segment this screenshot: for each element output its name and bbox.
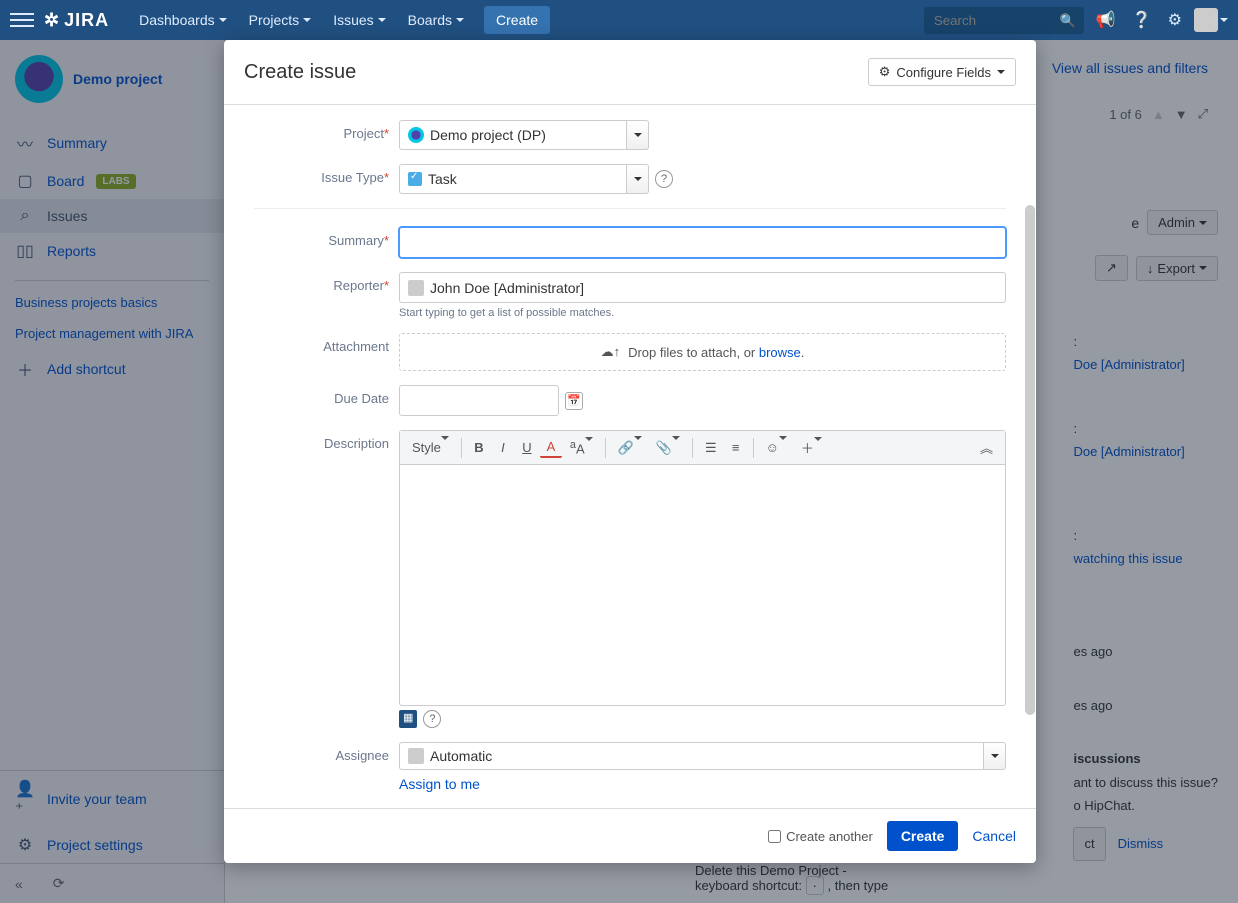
- help-icon[interactable]: ❔: [1128, 6, 1156, 34]
- divider: [254, 208, 1006, 209]
- reporter-hint: Start typing to get a list of possible m…: [399, 307, 1006, 319]
- nav-items: Dashboards Projects Issues Boards Create: [129, 6, 550, 34]
- chevron-down-icon: [1220, 18, 1228, 22]
- bullet-list-button[interactable]: ☰: [699, 437, 723, 459]
- chevron-down-icon: [378, 18, 386, 22]
- chevron-down-icon[interactable]: [627, 120, 649, 150]
- chevron-down-icon: [219, 18, 227, 22]
- label-summary: Summary: [328, 233, 384, 248]
- collapse-toolbar-button[interactable]: ︽: [974, 435, 999, 460]
- user-avatar-icon: [408, 280, 424, 296]
- create-another-checkbox[interactable]: Create another: [768, 829, 873, 844]
- issue-type-select[interactable]: Task: [399, 164, 649, 194]
- assign-to-me-link[interactable]: Assign to me: [399, 776, 480, 792]
- attach-button[interactable]: 📎: [650, 437, 686, 459]
- submit-create-button[interactable]: Create: [887, 821, 959, 851]
- label-due-date: Due Date: [334, 391, 389, 406]
- dialog-title: Create issue: [244, 61, 356, 84]
- summary-input[interactable]: [399, 227, 1006, 258]
- rte-toolbar: Style B I U A aA 🔗 📎 ☰ ≡: [400, 431, 1005, 465]
- more-text-button[interactable]: aA: [564, 436, 599, 459]
- insert-button[interactable]: ＋: [795, 435, 828, 460]
- style-dropdown[interactable]: Style: [406, 437, 455, 458]
- chevron-down-icon[interactable]: [984, 742, 1006, 770]
- help-icon[interactable]: ?: [655, 170, 673, 188]
- scrollbar[interactable]: [1025, 205, 1035, 715]
- label-attachment: Attachment: [323, 339, 389, 354]
- task-icon: [408, 172, 422, 186]
- description-textarea[interactable]: [400, 465, 1005, 705]
- chevron-down-icon: [456, 18, 464, 22]
- browse-link[interactable]: browse: [759, 345, 801, 360]
- create-issue-dialog: Create issue ⚙ Configure Fields Project*…: [224, 40, 1036, 863]
- reporter-input[interactable]: John Doe [Administrator]: [399, 272, 1006, 303]
- configure-fields-button[interactable]: ⚙ Configure Fields: [868, 58, 1016, 86]
- cancel-link[interactable]: Cancel: [972, 828, 1016, 844]
- nav-issues[interactable]: Issues: [323, 6, 395, 34]
- dialog-footer: Create another Create Cancel: [224, 808, 1036, 863]
- menu-icon[interactable]: [10, 8, 34, 32]
- visual-tab-icon[interactable]: ▦: [399, 710, 417, 728]
- label-description: Description: [324, 436, 389, 451]
- create-button[interactable]: Create: [484, 6, 550, 34]
- search-icon[interactable]: 🔍: [1060, 13, 1076, 29]
- italic-button[interactable]: I: [492, 437, 514, 458]
- assignee-select[interactable]: Automatic: [399, 742, 1006, 770]
- chevron-down-icon[interactable]: [627, 164, 649, 194]
- label-project: Project: [343, 126, 383, 141]
- jira-logo[interactable]: ✲JIRA: [44, 10, 109, 31]
- nav-projects[interactable]: Projects: [239, 6, 322, 34]
- due-date-input[interactable]: [399, 385, 559, 416]
- settings-icon[interactable]: ⚙: [1164, 6, 1186, 34]
- label-issue-type: Issue Type: [321, 170, 384, 185]
- user-avatar-icon: [408, 748, 424, 764]
- label-assignee: Assignee: [336, 748, 389, 763]
- user-avatar[interactable]: [1194, 8, 1218, 32]
- top-nav: ✲JIRA Dashboards Projects Issues Boards …: [0, 0, 1238, 40]
- text-color-button[interactable]: A: [540, 437, 562, 458]
- dialog-body: Project* Demo project (DP) Issue Type* T…: [224, 105, 1036, 808]
- attachment-dropzone[interactable]: ☁↑ Drop files to attach, or browse.: [399, 333, 1006, 371]
- feedback-icon[interactable]: 📢: [1092, 6, 1120, 34]
- link-button[interactable]: 🔗: [612, 437, 648, 459]
- create-another-input[interactable]: [768, 830, 781, 843]
- nav-boards[interactable]: Boards: [398, 6, 474, 34]
- bold-button[interactable]: B: [468, 437, 490, 458]
- calendar-icon[interactable]: 📅: [565, 392, 583, 410]
- chevron-down-icon: [997, 70, 1005, 74]
- label-reporter: Reporter: [333, 278, 384, 293]
- emoji-button[interactable]: ☺: [760, 437, 793, 458]
- chevron-down-icon: [303, 18, 311, 22]
- nav-dashboards[interactable]: Dashboards: [129, 6, 237, 34]
- description-editor: Style B I U A aA 🔗 📎 ☰ ≡: [399, 430, 1006, 706]
- upload-icon: ☁↑: [601, 344, 621, 360]
- project-select[interactable]: Demo project (DP): [399, 120, 649, 150]
- help-icon[interactable]: ?: [423, 710, 441, 728]
- underline-button[interactable]: U: [516, 437, 538, 458]
- project-icon: [408, 127, 424, 143]
- number-list-button[interactable]: ≡: [725, 437, 747, 458]
- gear-icon: ⚙: [879, 64, 891, 80]
